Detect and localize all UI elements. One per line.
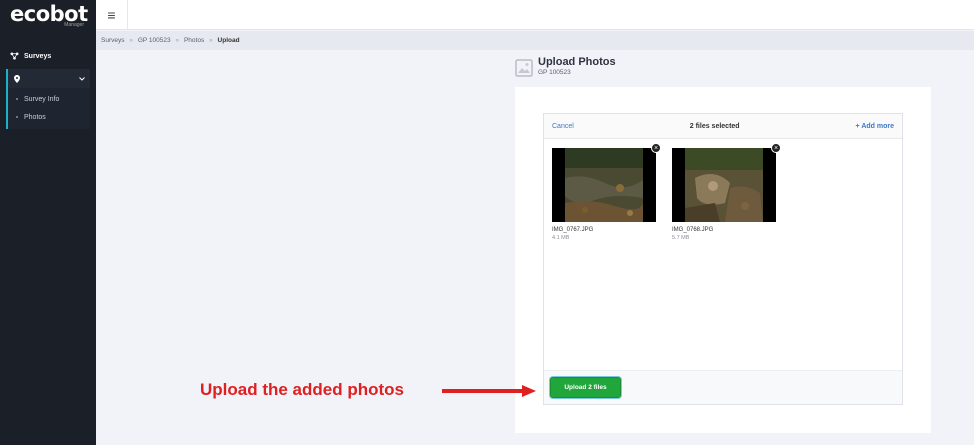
topbar: ≡ xyxy=(96,0,974,30)
page-subtitle: GP 100523 xyxy=(538,69,571,76)
breadcrumb: Surveys » GP 100523 » Photos » Upload xyxy=(96,31,974,50)
logo-subtext: Manager xyxy=(64,22,84,28)
page-title: Upload Photos xyxy=(538,56,616,68)
file-uploader: Cancel 2 files selected + Add more × IMG… xyxy=(543,113,903,405)
sidebar-item-label: Survey Info xyxy=(24,95,60,103)
breadcrumb-current: Upload xyxy=(217,37,240,44)
survey-subnav: Survey Info Photos xyxy=(8,88,90,129)
remove-file-button[interactable]: × xyxy=(771,143,781,153)
uploader-footer: Upload 2 files xyxy=(544,370,902,404)
thumbnail-image xyxy=(552,148,656,222)
file-thumbnail: × IMG_0767.JPG 4.1 MB xyxy=(552,143,661,241)
hamburger-icon[interactable]: ≡ xyxy=(96,0,128,30)
bullet-icon xyxy=(16,116,18,118)
files-selected-count: 2 files selected xyxy=(689,122,740,130)
map-pin-icon xyxy=(14,74,20,83)
upload-files-button[interactable]: Upload 2 files xyxy=(550,377,621,398)
cancel-button[interactable]: Cancel xyxy=(552,123,574,130)
chevron-down-icon xyxy=(79,76,85,81)
logo-text: ecobot xyxy=(10,2,88,26)
breadcrumb-photos[interactable]: Photos xyxy=(184,37,204,44)
remove-file-button[interactable]: × xyxy=(651,143,661,153)
image-icon xyxy=(515,59,533,77)
page-header: Upload Photos GP 100523 xyxy=(515,56,616,77)
nav-surveys-label: Surveys xyxy=(24,52,52,60)
photo-preview xyxy=(565,148,643,222)
sidebar-item-photos[interactable]: Photos xyxy=(8,108,90,126)
file-thumbnail: × IMG_0768.JPG 5.7 MB xyxy=(672,143,781,241)
file-size: 4.1 MB xyxy=(552,235,570,241)
upload-card: Cancel 2 files selected + Add more × IMG… xyxy=(515,87,931,433)
breadcrumb-separator-icon: » xyxy=(129,37,133,44)
sidebar-item-label: Photos xyxy=(24,113,46,121)
annotation-text: Upload the added photos xyxy=(200,380,404,399)
sidebar-item-survey-info[interactable]: Survey Info xyxy=(8,90,90,108)
network-icon xyxy=(10,52,19,60)
photo-preview xyxy=(685,148,763,222)
nav-surveys[interactable]: Surveys xyxy=(0,48,96,64)
add-more-button[interactable]: + Add more xyxy=(856,123,894,130)
file-size: 5.7 MB xyxy=(672,235,690,241)
bullet-icon xyxy=(16,98,18,100)
arrow-right-icon xyxy=(442,385,536,397)
thumbnail-image xyxy=(672,148,776,222)
breadcrumb-separator-icon: » xyxy=(209,37,213,44)
survey-group: Survey Info Photos xyxy=(6,69,90,129)
sidebar: ecobot Manager Surveys Survey Info Photo… xyxy=(0,0,96,445)
breadcrumb-survey[interactable]: GP 100523 xyxy=(138,37,171,44)
survey-group-toggle[interactable] xyxy=(8,69,90,88)
file-name: IMG_0768.JPG xyxy=(672,227,714,233)
logo[interactable]: ecobot Manager xyxy=(0,0,96,30)
file-name: IMG_0767.JPG xyxy=(552,227,594,233)
uploader-header: Cancel 2 files selected + Add more xyxy=(544,114,902,139)
breadcrumb-surveys[interactable]: Surveys xyxy=(101,37,124,44)
breadcrumb-separator-icon: » xyxy=(175,37,179,44)
